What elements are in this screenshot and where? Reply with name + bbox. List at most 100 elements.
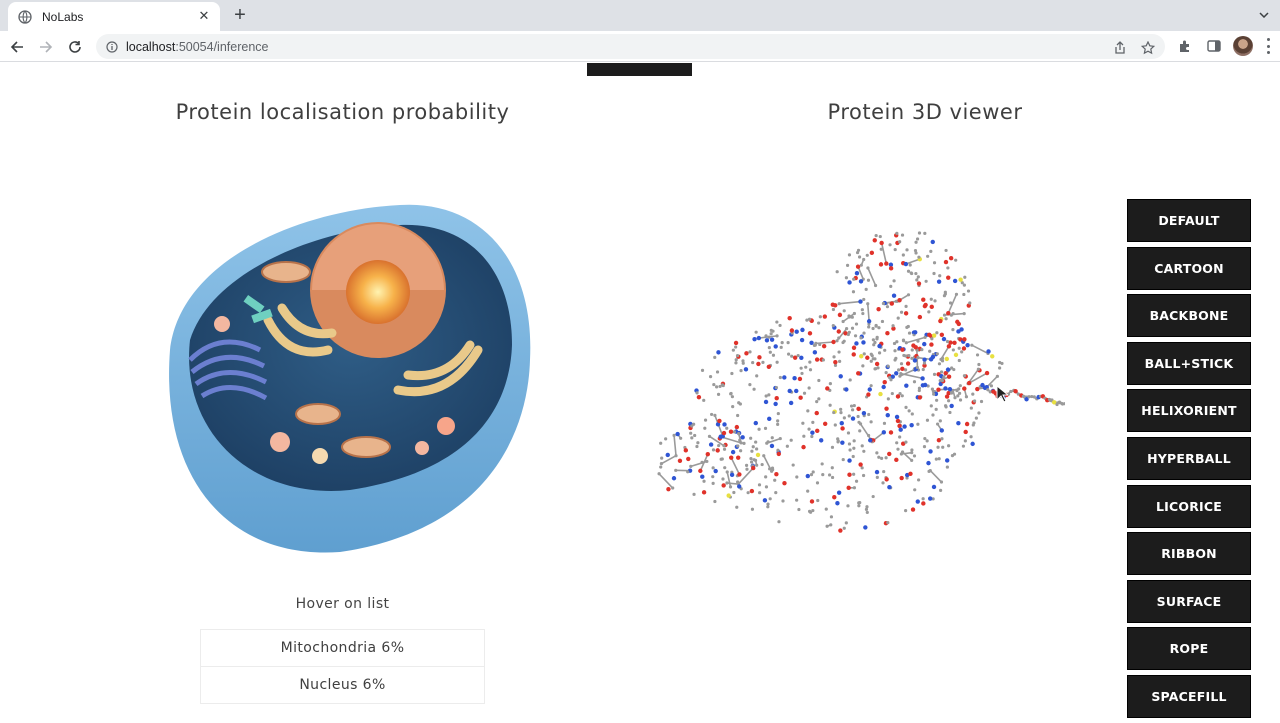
atom [933,299,936,302]
spacefill-button[interactable]: SPACEFILL [1127,675,1251,718]
atom [672,476,676,480]
atom [810,473,813,476]
atom [889,285,892,288]
atom [963,374,966,377]
atom [764,334,767,337]
browser-tab[interactable]: NoLabs ✕ [8,2,220,31]
cartoon-button[interactable]: CARTOON [1127,247,1251,290]
bond [839,302,860,304]
atom [833,360,837,364]
atom [770,332,773,335]
atom [835,501,839,505]
atom [907,354,910,357]
address-bar[interactable]: localhost:50054/inference [96,34,1165,59]
bookmark-star-icon[interactable] [1141,41,1155,55]
atom [858,429,861,432]
atom [748,350,751,353]
info-icon[interactable] [106,41,118,53]
browser-menu-icon[interactable] [1265,38,1271,54]
list-item[interactable]: Nucleus 6% [201,667,484,704]
atom [867,279,870,282]
atom [944,260,948,264]
atom [855,480,858,483]
atom [810,435,813,438]
atom [660,462,663,465]
backbone-button[interactable]: BACKBONE [1127,294,1251,337]
atom [901,233,904,236]
atom [904,305,907,308]
atom [922,342,926,346]
atom [868,438,872,442]
atom [847,314,850,317]
atom [945,394,949,398]
atom [737,432,740,435]
atom [924,336,927,339]
atom [875,234,878,237]
atom [876,366,879,369]
atom [946,367,950,371]
atom [933,373,936,376]
atom [867,319,871,323]
atom [792,376,796,380]
extensions-puzzle-icon[interactable] [1178,39,1192,53]
atom [949,301,952,304]
atom [935,408,938,411]
atom [876,336,879,339]
atom [808,386,811,389]
atom [757,336,761,340]
tab-search-chevron-icon[interactable] [1256,7,1272,23]
atom [696,441,699,444]
licorice-button[interactable]: LICORICE [1127,485,1251,528]
profile-avatar[interactable] [1233,36,1253,56]
atom [800,367,803,370]
atom [998,366,1001,369]
atom [907,293,910,296]
atom [902,424,906,428]
close-tab-icon[interactable]: ✕ [196,9,212,25]
ribbon-button[interactable]: RIBBON [1127,532,1251,575]
default-button[interactable]: DEFAULT [1127,199,1251,242]
atom [847,431,850,434]
atom [971,393,974,396]
atom [858,501,861,504]
bond [816,342,834,343]
atom [679,437,682,440]
reload-button[interactable] [63,35,87,59]
atom [770,444,774,448]
atom [809,368,812,371]
atom [856,407,860,411]
atom [772,354,775,357]
forward-button[interactable] [34,35,58,59]
atom [900,348,904,352]
atom [790,355,793,358]
ball-stick-button[interactable]: BALL+STICK [1127,342,1251,385]
surface-button[interactable]: SURFACE [1127,580,1251,623]
bond [674,435,676,455]
helixorient-button[interactable]: HELIXORIENT [1127,389,1251,432]
atom [926,255,929,258]
atom [867,413,870,416]
atom [952,348,955,351]
side-panel-icon[interactable] [1207,39,1221,53]
atom [888,243,891,246]
back-button[interactable] [5,35,29,59]
new-tab-button[interactable]: + [230,5,250,25]
bond [906,337,925,342]
atom [755,331,758,334]
page-content: Protein localisation probability [0,63,1280,716]
atom [779,376,782,379]
atom [866,511,869,514]
share-icon[interactable] [1113,41,1127,55]
representation-buttons: DEFAULT CARTOON BACKBONE BALL+STICK HELI… [1127,199,1251,723]
hyperball-button[interactable]: HYPERBALL [1127,437,1251,480]
atom [702,480,705,483]
atom [737,484,741,488]
atom [861,308,864,311]
atom [922,368,925,371]
atom [914,249,917,252]
atom [672,434,675,437]
atom [695,445,698,448]
list-item[interactable]: Mitochondria 6% [201,630,484,667]
rope-button[interactable]: ROPE [1127,627,1251,670]
bond [882,243,887,264]
